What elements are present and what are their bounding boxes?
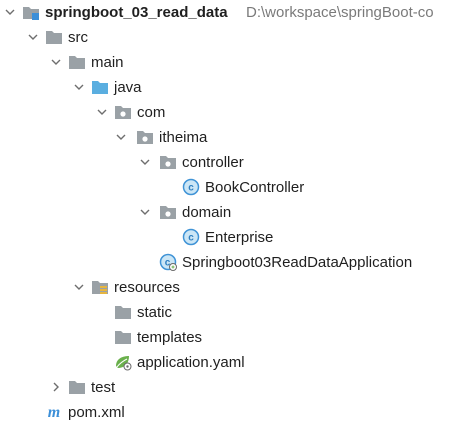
class-label-application: Springboot03ReadDataApplication [182,254,413,271]
chevron-down-icon[interactable] [50,56,62,68]
folder-label-src: src [68,29,88,46]
chevron-right-icon[interactable] [50,381,62,393]
chevron-down-icon[interactable] [139,206,151,218]
java-class-icon: c [182,228,200,246]
tree-row-main[interactable]: main [0,50,449,75]
chevron-down-icon[interactable] [4,6,16,18]
tree-row-templates[interactable]: templates [0,325,449,350]
spring-config-file-icon [114,353,132,371]
tree-row-project-root[interactable]: springboot_03_read_data D:\workspace\spr… [0,0,449,25]
class-icon-letter: c [188,233,194,244]
file-label-pom: pom.xml [68,404,125,421]
tree-row-enterprise[interactable]: c Enterprise [0,225,449,250]
chevron-down-icon[interactable] [27,31,39,43]
source-folder-icon [91,78,109,96]
tree-row-java[interactable]: java [0,75,449,100]
tree-row-book-controller[interactable]: c BookController [0,175,449,200]
folder-label-templates: templates [137,329,203,346]
tree-row-itheima[interactable]: itheima [0,125,449,150]
folder-label-main: main [91,54,124,71]
package-icon [114,103,132,121]
chevron-down-icon[interactable] [73,281,85,293]
package-icon [159,203,177,221]
chevron-down-icon[interactable] [73,81,85,93]
resources-folder-icon [91,278,109,296]
tree-row-pom[interactable]: m pom.xml [0,400,449,425]
folder-icon [45,28,63,46]
tree-row-controller[interactable]: controller [0,150,449,175]
folder-icon [114,303,132,321]
maven-icon-letter: m [48,404,60,421]
tree-row-static[interactable]: static [0,300,449,325]
package-label-itheima: itheima [159,129,208,146]
chevron-down-icon[interactable] [139,156,151,168]
class-label-book-controller: BookController [205,179,305,196]
chevron-down-icon[interactable] [96,106,108,118]
folder-icon [68,53,86,71]
folder-label-static: static [137,304,173,321]
tree-row-resources[interactable]: resources [0,275,449,300]
folder-label-test: test [91,379,116,396]
folder-icon [68,378,86,396]
module-folder-icon [22,3,40,21]
spring-boot-class-icon: c [159,253,177,271]
tree-row-test[interactable]: test [0,375,449,400]
maven-icon: m [45,403,63,421]
package-label-com: com [137,104,166,121]
project-tree: springboot_03_read_data D:\workspace\spr… [0,0,449,422]
tree-row-domain[interactable]: domain [0,200,449,225]
class-icon-letter: c [188,183,194,194]
tree-row-com[interactable]: com [0,100,449,125]
package-label-controller: controller [182,154,244,171]
project-name: springboot_03_read_data [45,4,228,21]
package-icon [136,128,154,146]
file-label-application-yaml: application.yaml [137,354,245,371]
chevron-down-icon[interactable] [115,131,127,143]
project-path: D:\workspace\springBoot-co [246,4,434,21]
package-label-domain: domain [182,204,232,221]
folder-label-resources: resources [114,279,180,296]
folder-label-java: java [114,79,142,96]
class-label-enterprise: Enterprise [205,229,274,246]
tree-row-application-yaml[interactable]: application.yaml [0,350,449,375]
tree-row-application-class[interactable]: c Springboot03ReadDataApplication [0,250,449,275]
tree-row-src[interactable]: src [0,25,449,50]
java-class-icon: c [182,178,200,196]
package-icon [159,153,177,171]
folder-icon [114,328,132,346]
